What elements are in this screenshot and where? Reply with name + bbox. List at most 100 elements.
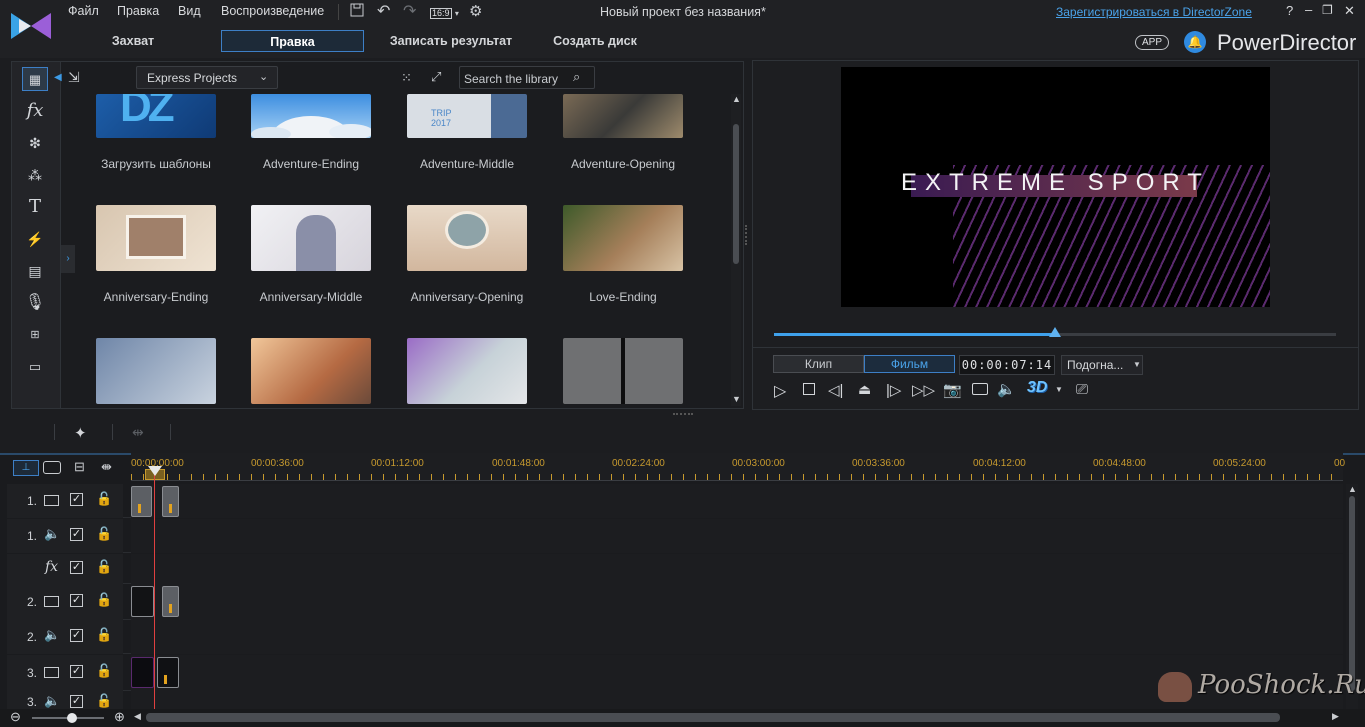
template-thumbnail[interactable]	[251, 205, 371, 271]
app-badge[interactable]: APP	[1135, 35, 1170, 50]
timeline-mode-icon[interactable]: ⊥	[13, 460, 39, 476]
audio-mixing-room-icon[interactable]: ▤	[22, 259, 48, 283]
scroll-up-arrow-icon[interactable]: ▲	[1348, 484, 1357, 494]
template-thumbnail[interactable]	[251, 94, 371, 138]
track-enable-checkbox[interactable]: ✓	[70, 594, 83, 607]
track-enable-checkbox[interactable]: ✓	[70, 629, 83, 642]
lock-icon[interactable]: 🔓	[96, 627, 112, 643]
track-manager-icon[interactable]: ⊟	[74, 459, 85, 475]
library-search-box[interactable]: Search the library ⌕	[459, 66, 595, 89]
scroll-up-arrow-icon[interactable]: ▲	[732, 94, 741, 104]
snapshot-camera-icon[interactable]: 📷	[943, 381, 962, 399]
playhead-handle[interactable]	[148, 466, 162, 476]
template-thumbnail[interactable]	[563, 94, 683, 138]
timeline-clip[interactable]	[162, 586, 179, 617]
library-scrollbar[interactable]: ▲ ▼	[731, 94, 741, 406]
track-lane[interactable]	[131, 584, 1343, 620]
enlarge-icon[interactable]: ⤢	[431, 69, 441, 85]
template-thumbnail[interactable]	[96, 205, 216, 271]
track-lane[interactable]	[131, 519, 1343, 553]
collapse-arrow-icon[interactable]: ◀	[54, 72, 62, 83]
zoom-slider-knob[interactable]	[67, 713, 77, 723]
lock-icon[interactable]: 🔓	[96, 526, 112, 542]
track-lane[interactable]	[131, 484, 1343, 518]
fx-room-icon[interactable]: fx	[22, 99, 48, 123]
tab-produce[interactable]: Записать результат	[380, 30, 522, 52]
track-lane[interactable]	[131, 554, 1343, 584]
notification-bell-icon[interactable]: 🔔	[1184, 31, 1206, 53]
timecode-display[interactable]: 00:00:07:14	[959, 355, 1055, 375]
movie-mode-button[interactable]: Фильм	[864, 355, 955, 373]
voiceover-room-icon[interactable]: 🎙	[22, 291, 48, 315]
previous-frame-icon[interactable]: ◁|	[828, 381, 843, 399]
pip-room-icon[interactable]: ❇	[22, 131, 48, 155]
storyboard-mode-icon[interactable]	[43, 461, 61, 474]
search-icon[interactable]: ⌕	[573, 69, 580, 85]
track-lane[interactable]	[131, 620, 1343, 654]
chapter-room-icon[interactable]: ⊞	[22, 323, 48, 347]
template-thumbnail[interactable]	[407, 338, 527, 404]
next-frame-icon[interactable]: |▷	[886, 381, 901, 399]
magic-tools-icon[interactable]: ✦	[74, 424, 87, 442]
template-thumbnail[interactable]	[96, 338, 216, 404]
scrub-handle[interactable]	[1049, 327, 1061, 337]
timeline-clip[interactable]	[162, 486, 179, 517]
track-enable-checkbox[interactable]: ✓	[70, 528, 83, 541]
fit-zoom-dropdown[interactable]: Подогна... ▼	[1061, 355, 1143, 375]
title-room-icon[interactable]: T	[22, 195, 48, 219]
track-enable-checkbox[interactable]: ✓	[70, 561, 83, 574]
minimize-button[interactable]: –	[1305, 2, 1312, 17]
settings-gear-icon[interactable]: ⚙	[469, 2, 482, 20]
play-icon[interactable]: ▷	[774, 381, 786, 401]
zoom-slider[interactable]	[32, 713, 104, 723]
scroll-down-arrow-icon[interactable]: ▼	[732, 394, 741, 404]
subtitles-icon[interactable]	[972, 383, 988, 395]
scroll-right-arrow-icon[interactable]: ▶	[1332, 711, 1339, 722]
timeline-clip[interactable]	[131, 586, 154, 617]
horizontal-scroll-thumb[interactable]	[146, 713, 1280, 722]
volume-icon[interactable]: 🔈	[997, 380, 1016, 398]
fit-timeline-icon[interactable]: ⇼	[101, 459, 112, 475]
template-thumbnail[interactable]: TRIP 2017	[407, 94, 527, 138]
help-button[interactable]: ?	[1286, 3, 1293, 18]
particle-room-icon[interactable]: ⁂	[22, 163, 48, 187]
lock-icon[interactable]: 🔓	[96, 592, 112, 608]
track-enable-checkbox[interactable]: ✓	[70, 493, 83, 506]
library-filter-dropdown[interactable]: Express Projects ⌄	[136, 66, 278, 89]
lock-icon[interactable]: 🔓	[96, 693, 112, 709]
fast-forward-icon[interactable]: ▷▷	[912, 381, 935, 399]
close-button[interactable]: ✕	[1344, 3, 1355, 19]
tab-capture[interactable]: Захват	[88, 30, 178, 52]
template-thumbnail[interactable]	[407, 205, 527, 271]
3d-mode-button[interactable]: 3D	[1027, 379, 1047, 397]
external-display-icon[interactable]: ⎚	[1076, 381, 1088, 398]
lock-icon[interactable]: 🔓	[96, 559, 112, 575]
zoom-in-icon[interactable]: ⊕	[114, 709, 125, 725]
template-thumbnail[interactable]	[563, 338, 683, 404]
horizontal-splitter-handle[interactable]	[673, 413, 693, 416]
dropdown-arrow-icon[interactable]: ▼	[1055, 385, 1063, 394]
menu-edit[interactable]: Правка	[117, 4, 159, 18]
timeline-ruler[interactable]: 00:00:00:00 00:00:36:00 00:01:12:00 00:0…	[131, 453, 1345, 481]
expand-panel-button[interactable]: ›	[61, 245, 75, 273]
track-enable-checkbox[interactable]: ✓	[70, 665, 83, 678]
maximize-button[interactable]: ❐	[1322, 3, 1333, 17]
scrub-bar[interactable]	[774, 327, 1336, 337]
menu-playback[interactable]: Воспроизведение	[221, 4, 324, 18]
aspect-ratio-select[interactable]: 16:9 ▾	[430, 5, 460, 19]
subtitle-room-icon[interactable]: ▭	[22, 355, 48, 379]
track-enable-checkbox[interactable]: ✓	[70, 695, 83, 708]
media-room-icon[interactable]: ▦	[22, 67, 48, 91]
menu-file[interactable]: Файл	[68, 4, 99, 18]
clip-mode-button[interactable]: Клип	[773, 355, 864, 373]
template-thumbnail[interactable]	[563, 205, 683, 271]
timeline-clip[interactable]	[131, 657, 154, 688]
scroll-left-arrow-icon[interactable]: ◀	[134, 711, 141, 722]
save-icon[interactable]	[350, 3, 364, 20]
lock-icon[interactable]: 🔓	[96, 663, 112, 679]
redo-icon[interactable]: ↷	[403, 1, 416, 21]
template-thumbnail[interactable]: DZ	[96, 94, 216, 138]
undo-icon[interactable]: ↶	[377, 1, 390, 21]
zoom-out-icon[interactable]: ⊖	[10, 709, 21, 725]
scroll-thumb[interactable]	[1349, 496, 1355, 691]
